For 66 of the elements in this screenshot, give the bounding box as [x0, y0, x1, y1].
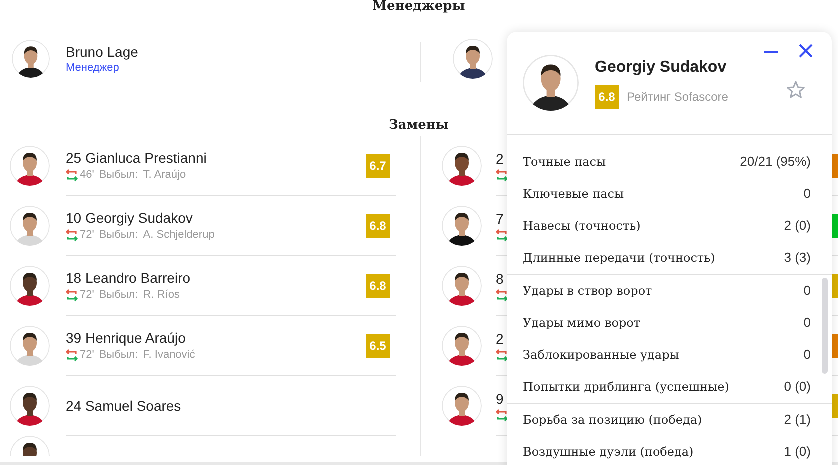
stat-label: Удары в створ ворот [523, 283, 652, 300]
stat-value: 2 (0) [784, 217, 811, 236]
stat-value: 0 [804, 346, 811, 364]
manager-name: Bruno Lage [66, 43, 138, 61]
manager-role: Менеджер [66, 61, 120, 75]
player-name[interactable]: 9 [496, 390, 504, 408]
player-name[interactable]: 8 [496, 270, 504, 288]
stat-value: 0 [804, 185, 811, 204]
swap-icon [66, 348, 78, 362]
rating-badge: 6.8 [366, 214, 390, 238]
stat-value: 1 (0) [784, 443, 811, 462]
player-name[interactable]: 10 Georgiy Sudakov [66, 209, 366, 227]
rating-badge: 6.5 [366, 334, 390, 358]
scrollbar[interactable] [822, 278, 828, 374]
sub-minute: 46' [80, 168, 94, 182]
stat-label: Борьба за позицию (победа) [523, 412, 702, 429]
sub-out-player: T. Araújo [143, 168, 186, 182]
stat-value: 2 (1) [784, 411, 811, 430]
swap-icon [66, 168, 78, 182]
section-title: Замены [388, 118, 450, 134]
rating-badge: 6.7 [366, 154, 390, 178]
section-title: Менеджеры [372, 0, 466, 14]
stat-label: Удары мимо ворот [523, 315, 640, 332]
swap-icon [66, 288, 78, 302]
player-name[interactable]: 39 Henrique Araújo [66, 329, 366, 347]
swap-icon [496, 348, 508, 362]
stat-value: 0 (0) [784, 378, 811, 396]
player-name[interactable]: 25 Gianluca Prestianni [66, 149, 366, 167]
player-name[interactable]: 7 [496, 210, 504, 228]
stat-label: Ключевые пасы [523, 186, 624, 203]
player-name[interactable]: 24 Samuel Soares [66, 396, 396, 414]
star-icon [786, 80, 806, 100]
stat-label: Воздушные дуэли (победа) [523, 444, 694, 461]
stat-value: 20/21 (95%) [740, 153, 811, 172]
player-name[interactable]: 2 [496, 330, 504, 348]
stat-label: Навесы (точность) [523, 218, 641, 235]
stat-label: Длинные передачи (точность) [523, 250, 716, 267]
rating-badge: 6.8 [366, 274, 390, 298]
stat-value: 3 (3) [784, 249, 811, 268]
sub-out-player: R. Ríos [143, 288, 180, 302]
close-icon [798, 43, 814, 59]
sub-out-label: Выбыл: [99, 228, 138, 242]
sub-out-label: Выбыл: [99, 288, 138, 302]
rating-label: Рейтинг Sofascore [627, 88, 728, 106]
sub-minute: 72' [80, 228, 94, 242]
sub-out-player: F. Ivanović [143, 348, 196, 362]
stat-label: Заблокированные удары [523, 347, 680, 364]
stat-value: 0 [804, 282, 811, 300]
swap-icon [496, 408, 508, 422]
sub-out-label: Выбыл: [99, 168, 138, 182]
sub-out-player: A. Schjelderup [143, 228, 215, 242]
sub-out-label: Выбыл: [99, 348, 138, 362]
player-name[interactable]: 18 Leandro Barreiro [66, 269, 366, 287]
swap-icon [496, 168, 508, 182]
rating-badge: 6.8 [595, 84, 619, 108]
popup-player-name: Georgiy Sudakov [595, 58, 728, 78]
sub-minute: 72' [80, 348, 94, 362]
sub-minute: 72' [80, 288, 94, 302]
swap-icon [496, 288, 508, 302]
stat-label: Точные пасы [523, 154, 606, 171]
swap-icon [496, 228, 508, 242]
stat-value: 0 [804, 314, 811, 332]
swap-icon [66, 228, 78, 242]
player-name[interactable]: 2 [496, 150, 504, 168]
close-button[interactable] [798, 43, 814, 59]
stat-label: Попытки дриблинга (успешные) [523, 379, 730, 396]
